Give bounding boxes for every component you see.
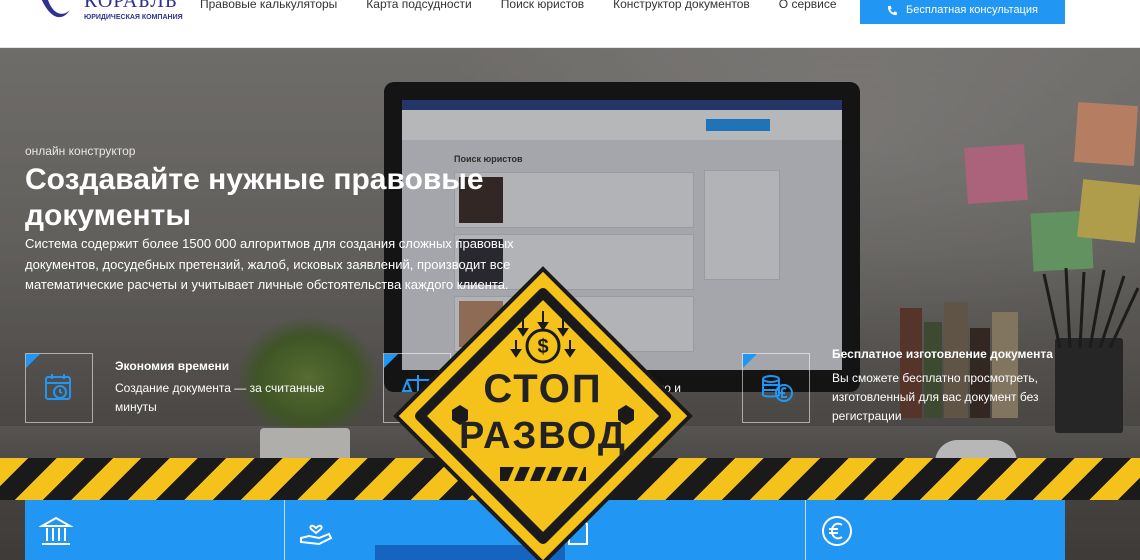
feature-title: Бесплатное изготовление документа	[832, 347, 1053, 361]
warning-diamond-icon: $	[393, 266, 693, 560]
feature-icon-box	[742, 353, 810, 423]
coins-pound-icon	[762, 375, 793, 402]
hero-eyebrow: онлайн конструктор	[25, 144, 136, 158]
company-logo[interactable]: КОРАБЛЬ ЮРИДИЧЕСКАЯ КОМПАНИЯ	[36, 0, 186, 30]
euro-icon	[821, 516, 852, 546]
nav-document-builder[interactable]: Конструктор документов	[613, 0, 750, 11]
logo-subtitle: ЮРИДИЧЕСКАЯ КОМПАНИЯ	[84, 14, 183, 21]
bank-icon	[39, 516, 73, 545]
cta-label: Бесплатная консультация	[906, 4, 1038, 16]
feature-icon-box	[25, 353, 93, 423]
stamp-line-2: РАЗВОД	[459, 415, 627, 457]
logo-title: КОРАБЛЬ	[84, 0, 178, 12]
feature-text: Вы сможете бесплатно просмотреть, изгото…	[832, 371, 1039, 423]
stop-sign-stamp: $ СТОП РАЗВОД	[392, 265, 694, 560]
service-card[interactable]	[805, 500, 1065, 560]
nav-jurisdiction-map[interactable]: Карта подсудности	[366, 0, 471, 11]
nav-lawyer-search[interactable]: Поиск юристов	[501, 0, 584, 11]
hand-heart-icon	[300, 524, 333, 546]
feature-title: Экономия времени	[115, 359, 230, 373]
nav-legal-calculators[interactable]: Правовые калькуляторы	[200, 0, 337, 11]
ship-logo-icon	[41, 0, 70, 18]
free-consultation-button[interactable]: Бесплатная консультация	[860, 0, 1065, 24]
calendar-clock-icon	[45, 374, 71, 400]
feature-corner	[743, 354, 757, 368]
main-nav: Правовые калькуляторы Карта подсудности …	[200, 0, 837, 11]
hero-title: Создавайте нужные правовые документы	[25, 163, 484, 232]
feature-text: Создание документа — за считанные минуты	[115, 381, 325, 414]
stamp-line-1: СТОП	[483, 367, 603, 411]
svg-text:$: $	[537, 336, 548, 358]
nav-about[interactable]: О сервисе	[779, 0, 837, 11]
service-card[interactable]	[25, 500, 286, 560]
site-header: КОРАБЛЬ ЮРИДИЧЕСКАЯ КОМПАНИЯ Правовые ка…	[0, 0, 1140, 48]
phone-icon	[887, 5, 898, 15]
feature-corner	[26, 354, 40, 368]
